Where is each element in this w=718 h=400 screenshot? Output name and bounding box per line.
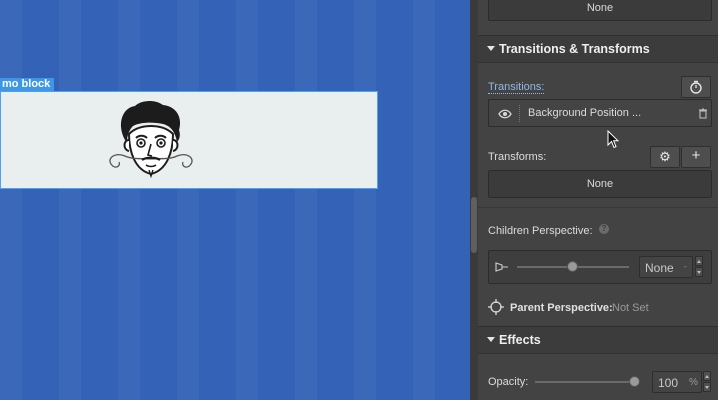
unit-dropdown-icon[interactable]: - [684,262,687,271]
transition-item-label: Background Position ... [528,107,642,119]
design-canvas[interactable]: mo block [0,0,470,400]
transitions-transforms-section-header[interactable]: Transitions & Transforms [478,35,718,63]
help-icon[interactable]: ? [599,224,609,234]
add-transition-button[interactable] [681,76,711,98]
perspective-slider-knob[interactable] [567,261,578,272]
opacity-slider-knob[interactable] [629,376,640,387]
scrollbar-thumb[interactable] [471,197,477,253]
collapse-triangle-icon [487,46,495,51]
parent-perspective-label: Parent Perspective: [510,302,613,314]
transforms-field[interactable]: None [488,170,712,198]
selected-element-tag: mo block [0,78,55,91]
perspective-icon [495,262,508,272]
increment-arrow-icon[interactable] [703,371,711,381]
opacity-value: 100 [658,376,679,390]
plus-icon: + [691,147,701,164]
transforms-value: None [586,178,614,190]
decrement-arrow-icon[interactable] [695,267,703,277]
crosshair-icon[interactable] [488,299,504,315]
children-perspective-label: Children Perspective: [488,225,593,237]
previous-property-field[interactable]: None [488,0,712,21]
style-panel: None Transitions & Transforms Transition… [478,0,718,400]
collapse-triangle-icon [487,337,495,342]
trash-icon[interactable] [698,108,708,119]
section-title: Effects [499,333,541,347]
perspective-input[interactable]: None - [639,256,693,278]
transform-settings-button[interactable]: ⚙ [650,146,680,168]
gear-icon: ⚙ [659,149,671,164]
stopwatch-icon [690,80,702,94]
transitions-label[interactable]: Transitions: [488,81,545,94]
parent-perspective-value[interactable]: Not Set [612,302,649,314]
add-transform-button[interactable]: + [681,146,711,168]
section-title: Transitions & Transforms [499,42,650,56]
opacity-input[interactable]: 100 % [652,371,702,393]
section-divider [478,207,718,208]
opacity-slider-track[interactable] [535,381,635,383]
opacity-stepper[interactable] [703,371,711,393]
mouse-cursor-icon [607,130,619,149]
opacity-unit: % [689,377,698,388]
eye-icon[interactable] [498,109,512,119]
drag-handle[interactable] [519,105,521,122]
effects-section-header[interactable]: Effects [478,326,718,354]
transforms-label: Transforms: [488,151,547,163]
perspective-control: None - [488,250,712,284]
dali-portrait-illustration [109,100,193,179]
increment-arrow-icon[interactable] [695,256,703,266]
opacity-label: Opacity: [488,376,529,388]
demo-block[interactable] [0,91,378,189]
perspective-value: None [645,261,674,275]
perspective-stepper[interactable] [695,256,703,278]
previous-property-value: None [586,2,614,14]
transition-item[interactable]: Background Position ... [488,99,712,127]
decrement-arrow-icon[interactable] [703,382,711,392]
